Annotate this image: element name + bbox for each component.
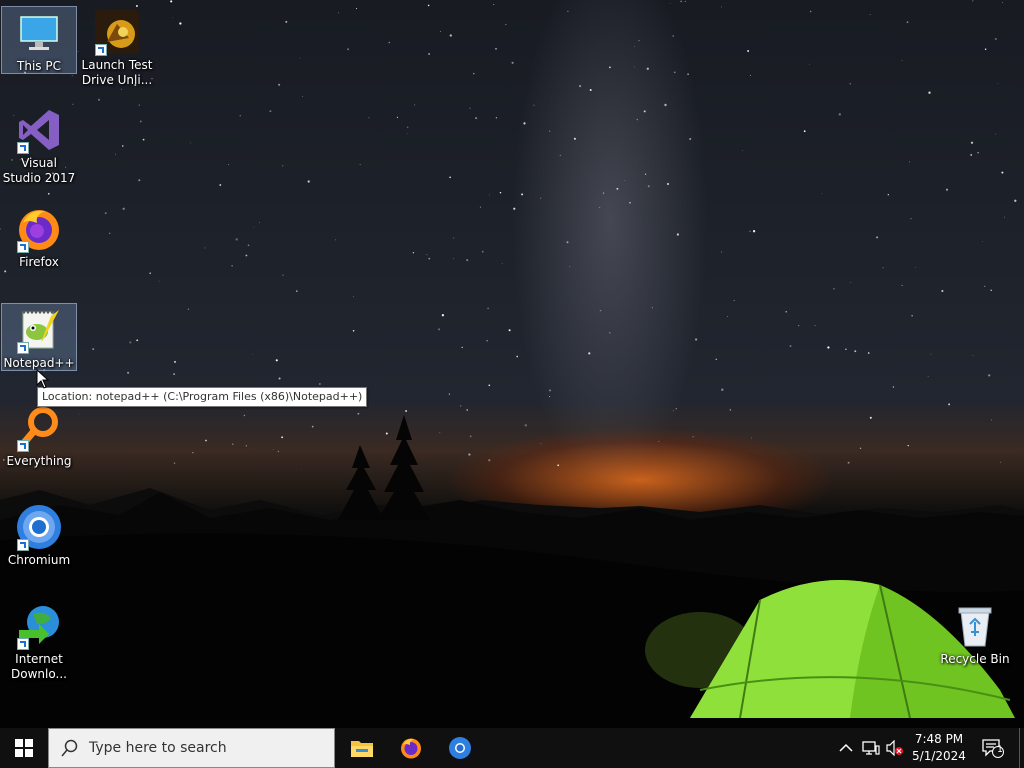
desktop-icon-notepad-plus-plus[interactable]: Notepad++ <box>1 303 77 371</box>
volume-muted-icon <box>886 740 903 756</box>
action-center-button[interactable]: 1 <box>982 738 1004 758</box>
desktop-icon-test-drive[interactable]: Launch Test Drive Unli... <box>79 6 155 90</box>
this-pc-icon <box>15 9 63 57</box>
everything-search-icon <box>15 404 63 452</box>
start-button[interactable] <box>0 728 48 768</box>
recycle-bin-icon <box>951 602 999 650</box>
firefox-icon <box>401 738 421 759</box>
desktop-icon-this-pc[interactable]: This PC <box>1 6 77 74</box>
network-icon <box>862 741 880 755</box>
clock-date: 5/1/2024 <box>912 749 966 763</box>
desktop-icon-label: Internet Downlo... <box>11 652 67 681</box>
clock-time: 7:48 PM <box>914 732 964 746</box>
desktop-icon-visual-studio[interactable]: Visual Studio 2017 <box>1 104 77 188</box>
desktop-icon-label: Visual Studio 2017 <box>2 156 76 185</box>
volume-button[interactable] <box>885 738 905 758</box>
desktop-icon-chromium[interactable]: Chromium <box>1 501 77 569</box>
chromium-icon <box>15 503 63 551</box>
desktop-icon-label: Firefox <box>19 255 59 269</box>
taskbar: Type here to search 7:48 PM 5/1/2024 1 <box>0 728 1024 768</box>
taskbar-firefox[interactable] <box>387 728 435 768</box>
firefox-icon <box>15 205 63 253</box>
chevron-up-icon <box>839 743 853 752</box>
desktop-icon-firefox[interactable]: Firefox <box>1 203 77 271</box>
internet-download-manager-icon <box>15 602 63 650</box>
chromium-icon <box>449 737 471 759</box>
taskbar-clock[interactable]: 7:48 PM 5/1/2024 <box>908 728 970 768</box>
desktop-icon-everything[interactable]: Everything <box>1 402 77 470</box>
search-icon <box>61 739 78 757</box>
desktop-icon-recycle-bin[interactable]: Recycle Bin <box>937 600 1013 668</box>
windows-logo-icon <box>15 739 33 757</box>
taskbar-search-box[interactable]: Type here to search <box>48 728 335 768</box>
desktop-icon-label: Notepad++ <box>3 356 75 370</box>
mouse-cursor-icon <box>36 369 50 389</box>
desktop-icon-label: Recycle Bin <box>940 652 1010 666</box>
tooltip: Location: notepad++ (C:\Program Files (x… <box>37 387 368 407</box>
search-placeholder: Type here to search <box>89 740 227 756</box>
visual-studio-icon <box>15 106 63 154</box>
show-desktop-button[interactable] <box>1019 728 1020 768</box>
notification-count: 1 <box>997 745 1003 755</box>
taskbar-chromium[interactable] <box>436 728 484 768</box>
file-explorer-icon <box>351 741 373 757</box>
landscape <box>0 415 1024 728</box>
desktop-wallpaper: This PC Launch Test Drive Unli... Visual… <box>0 0 1024 728</box>
test-drive-game-icon <box>93 8 141 56</box>
desktop-icon-internet-download-manager[interactable]: Internet Downlo... <box>1 600 77 684</box>
desktop-icon-label: Chromium <box>7 553 71 567</box>
desktop-icon-label: Launch Test Drive Unli... <box>81 58 153 87</box>
network-button[interactable] <box>861 738 881 758</box>
notepad-plus-plus-icon <box>15 306 63 354</box>
taskbar-file-explorer[interactable] <box>338 728 386 768</box>
show-hidden-icons-button[interactable] <box>836 738 856 758</box>
desktop-icon-label: This PC <box>17 59 61 73</box>
desktop-icon-label: Everything <box>6 454 72 468</box>
